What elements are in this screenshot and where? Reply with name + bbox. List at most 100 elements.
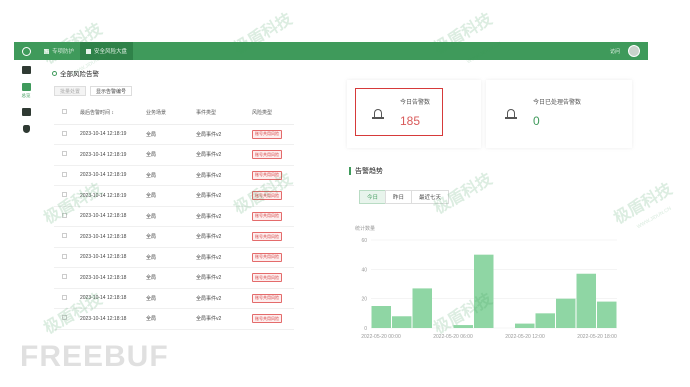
list-icon[interactable] xyxy=(21,108,31,116)
row-checkbox[interactable] xyxy=(54,308,80,330)
column-header-event: 事件类型 xyxy=(196,102,252,125)
avatar[interactable] xyxy=(628,45,640,57)
y-axis-label: 统计数量 xyxy=(355,225,375,232)
column-header-risk: 风险类型 xyxy=(252,102,294,125)
risk-badge: 账号共用风险 xyxy=(252,170,282,180)
x-tick-label: 2022-05-20 12:00 xyxy=(505,334,545,340)
risk-badge: 账号共用风险 xyxy=(252,211,282,221)
shield-icon[interactable] xyxy=(22,125,30,133)
table-row[interactable]: 2023-10-14 12:18:19 全局 全局事件v2 账号共用风险 xyxy=(54,144,294,166)
row-checkbox[interactable] xyxy=(54,226,80,248)
alert-trend-chart: 统计数量 0 20 40 60 2022-05-20 00:00 2022-05-20 06… xyxy=(355,225,617,340)
tab-last-seven-days[interactable]: 最近七天 xyxy=(411,190,450,204)
batch-handle-button[interactable]: 批量处置 xyxy=(54,86,87,96)
chart-bar xyxy=(576,273,596,328)
row-checkbox[interactable] xyxy=(54,124,80,145)
circle-icon xyxy=(52,70,57,76)
chart-bar xyxy=(392,316,412,328)
cell-time: 2023-10-14 12:18:18 xyxy=(80,226,146,248)
select-all-checkbox[interactable] xyxy=(54,102,80,125)
chart-bar xyxy=(515,323,535,328)
table-row[interactable]: 2023-10-14 12:18:18 全局 全局事件v2 账号共用风险 xyxy=(54,288,294,309)
brand-watermark: FREEBUF xyxy=(20,340,169,373)
alerts-table: 最后告警时间 ↕ 业务场景 事件类型 风险类型 2023-10-14 12:18… xyxy=(54,102,294,330)
chart-bar xyxy=(597,301,617,328)
table-row[interactable]: 2023-10-14 12:18:19 全局 全局事件v2 账号共用风险 xyxy=(54,185,294,207)
user-label[interactable]: 访问 xyxy=(610,48,620,55)
panel-title: 全部风险告警 xyxy=(52,68,338,78)
app-logo-icon[interactable] xyxy=(18,42,34,60)
cell-time: 2023-10-14 12:18:19 xyxy=(80,124,146,145)
cell-time: 2023-10-14 12:18:18 xyxy=(80,267,146,289)
top-nav-bar: 专项防护 安全风险大盘 访问 xyxy=(14,42,648,60)
trend-tabs: 今日 昨日 最近七天 xyxy=(359,190,637,204)
table-row[interactable]: 2023-10-14 12:18:18 全局 全局事件v2 账号共用风险 xyxy=(54,226,294,248)
column-header-scene: 业务场景 xyxy=(146,102,196,125)
sidebar-item-label: 总览 xyxy=(21,93,31,98)
chart-bar xyxy=(371,306,391,328)
risk-badge: 账号共用风险 xyxy=(252,273,282,283)
risk-badge: 账号共用风险 xyxy=(252,252,282,262)
cell-event: 全局事件v2 xyxy=(196,206,252,227)
trend-title: 告警趋势 xyxy=(349,166,637,176)
tab-today[interactable]: 今日 xyxy=(359,190,387,204)
cell-time: 2023-10-14 12:18:18 xyxy=(80,308,146,330)
row-checkbox[interactable] xyxy=(54,247,80,268)
chart-bar xyxy=(535,313,555,328)
grid-icon xyxy=(44,48,49,54)
cell-scene: 全局 xyxy=(146,144,196,166)
tab-yesterday[interactable]: 昨日 xyxy=(385,190,413,204)
cell-scene: 全局 xyxy=(146,308,196,330)
table-row[interactable]: 2023-10-14 12:18:18 全局 全局事件v2 账号共用风险 xyxy=(54,308,294,330)
cell-event: 全局事件v2 xyxy=(196,185,252,207)
shield-icon xyxy=(86,48,92,54)
show-alert-id-button[interactable]: 显示告警编号 xyxy=(90,86,133,96)
nav-item-label: 专项防护 xyxy=(52,49,75,55)
table-header-row: 最后告警时间 ↕ 业务场景 事件类型 风险类型 xyxy=(54,102,294,125)
cell-scene: 全局 xyxy=(146,165,196,186)
chart-bar xyxy=(412,288,432,328)
cell-time: 2023-10-14 12:18:19 xyxy=(80,144,146,166)
y-tick-label: 40 xyxy=(361,267,367,273)
cell-scene: 全局 xyxy=(146,288,196,309)
cell-event: 全局事件v2 xyxy=(196,267,252,289)
row-checkbox[interactable] xyxy=(54,185,80,207)
cell-event: 全局事件v2 xyxy=(196,247,252,268)
column-header-time[interactable]: 最后告警时间 ↕ xyxy=(80,102,146,125)
row-checkbox[interactable] xyxy=(54,206,80,227)
cell-event: 全局事件v2 xyxy=(196,288,252,309)
table-row[interactable]: 2023-10-14 12:18:18 全局 全局事件v2 账号共用风险 xyxy=(54,206,294,227)
cell-time: 2023-10-14 12:18:18 xyxy=(80,288,146,309)
row-checkbox[interactable] xyxy=(54,144,80,166)
chart-bar xyxy=(474,254,494,328)
table-row[interactable]: 2023-10-14 12:18:18 全局 全局事件v2 账号共用风险 xyxy=(54,267,294,289)
x-tick-label: 2022-05-20 00:00 xyxy=(361,334,401,340)
dashboard-icon[interactable] xyxy=(21,83,31,91)
cell-event: 全局事件v2 xyxy=(196,226,252,248)
watermark-sub: WWW.JIDUN.CN xyxy=(636,205,673,231)
x-tick-label: 2022-05-20 18:00 xyxy=(577,334,617,340)
row-checkbox[interactable] xyxy=(54,267,80,289)
x-tick-label: 2022-05-20 06:00 xyxy=(433,334,473,340)
cell-scene: 全局 xyxy=(146,206,196,227)
y-tick-label: 20 xyxy=(361,297,367,303)
nav-item-risk-dashboard[interactable]: 安全风险大盘 xyxy=(80,42,134,60)
cell-event: 全局事件v2 xyxy=(196,124,252,145)
monitor-icon[interactable] xyxy=(21,66,31,74)
risk-badge: 账号共用风险 xyxy=(252,129,282,139)
table-row[interactable]: 2023-10-14 12:18:19 全局 全局事件v2 账号共用风险 xyxy=(54,165,294,186)
today-handled-value: 0 xyxy=(533,114,540,128)
risk-badge: 账号共用风险 xyxy=(252,191,282,201)
table-row[interactable]: 2023-10-14 12:18:18 全局 全局事件v2 账号共用风险 xyxy=(54,247,294,268)
row-checkbox[interactable] xyxy=(54,165,80,186)
risk-badge: 账号共用风险 xyxy=(252,293,282,303)
row-checkbox[interactable] xyxy=(54,288,80,309)
nav-item-special-protection[interactable]: 专项防护 xyxy=(38,42,80,60)
risk-badge: 账号共用风险 xyxy=(252,314,282,324)
alert-trend-panel: 告警趋势 今日 昨日 最近七天 统计数量 0 20 40 60 2022-05-20 00… xyxy=(345,156,637,356)
user-area: 访问 xyxy=(610,45,648,57)
toolbar: 批量处置 显示告警编号 xyxy=(54,86,338,96)
table-row[interactable]: 2023-10-14 12:18:19 全局 全局事件v2 账号共用风险 xyxy=(54,124,294,145)
all-risk-alerts-panel: 全部风险告警 批量处置 显示告警编号 最后告警时间 ↕ 业务场景 事件类型 风险… xyxy=(48,64,338,354)
cell-scene: 全局 xyxy=(146,226,196,248)
